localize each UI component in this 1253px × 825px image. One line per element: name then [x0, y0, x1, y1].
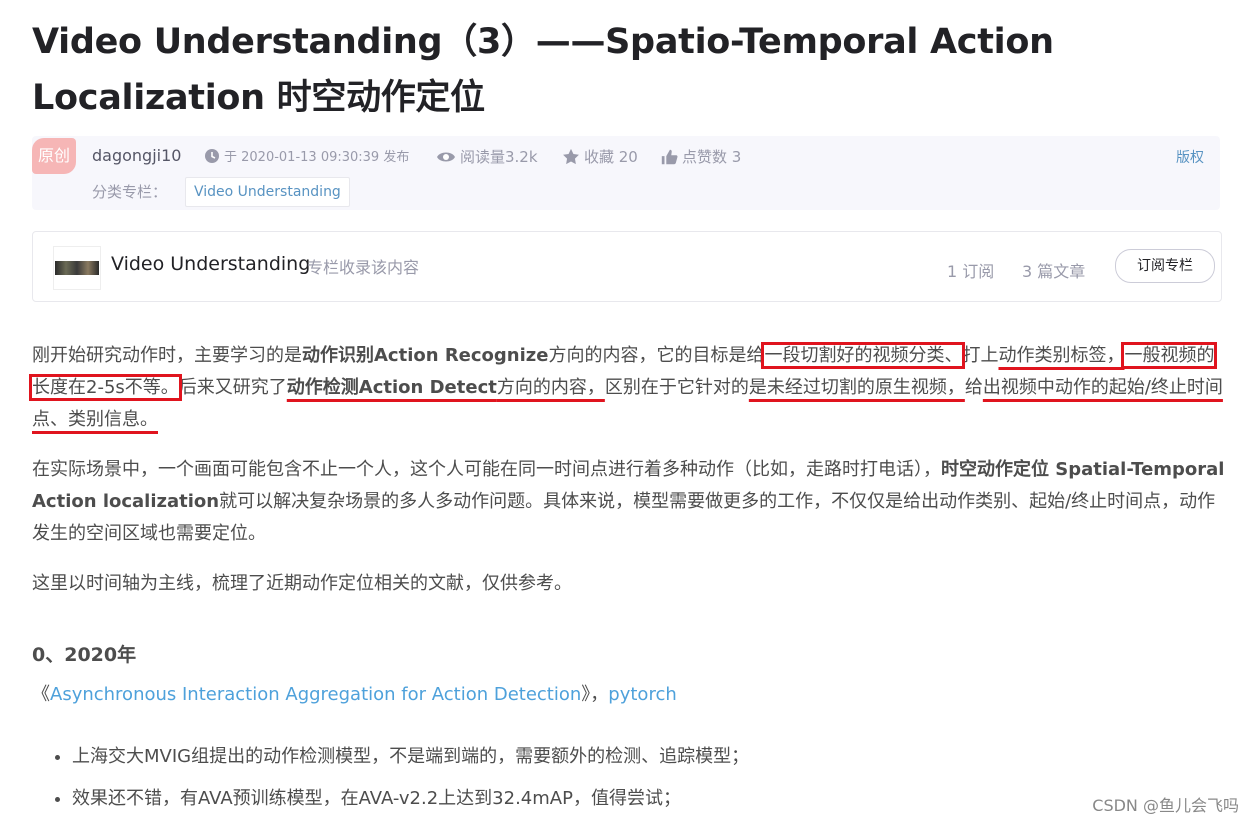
paper-reference: 《Asynchronous Interaction Aggregation fo… [32, 684, 677, 705]
code-link[interactable]: pytorch [608, 684, 676, 705]
clock-icon [205, 148, 219, 163]
annotation-box: 一段切割好的视频分类、 [761, 342, 966, 369]
watermark: CSDN @鱼儿会飞吗 [1092, 796, 1239, 815]
copyright-link[interactable]: 版权 [1176, 147, 1204, 167]
thumbs-up-icon [661, 149, 678, 164]
category-tag[interactable]: Video Understanding [185, 177, 350, 207]
column-hint: 专栏收录该内容 [307, 258, 420, 277]
eye-icon [437, 152, 455, 161]
column-article-count: 3 篇文章 [1022, 262, 1086, 281]
annotation-underline: 是未经过切割的原生视频， [748, 377, 965, 398]
favorite-count[interactable]: 收藏 20 [562, 146, 638, 167]
bullet-list: 上海交大MVIG组提出的动作检测模型，不是端到端的，需要额外的检测、追踪模型； … [52, 741, 749, 825]
column-thumbnail[interactable] [53, 246, 101, 290]
list-item: 上海交大MVIG组提出的动作检测模型，不是端到端的，需要额外的检测、追踪模型； [72, 741, 749, 773]
article-meta-bar: 原创 dagongji10 于 2020-01-13 09:30:39 发布 阅… [32, 136, 1220, 210]
article-body: 刚开始研究动作时，主要学习的是动作识别Action Recognize方向的内容… [28, 340, 1226, 618]
column-name[interactable]: Video Understanding [111, 253, 310, 275]
category-label: 分类专栏： [92, 183, 168, 201]
star-icon [563, 148, 579, 164]
subscribe-column-button[interactable]: 订阅专栏 [1115, 249, 1215, 283]
publish-date: 于 2020-01-13 09:30:39 发布 [204, 146, 409, 165]
like-count[interactable]: 点赞数 3 [660, 146, 741, 167]
column-subscribers: 1 订阅 [947, 262, 995, 281]
list-item: 效果还不错，有AVA预训练模型，在AVA-v2.2上达到32.4mAP，值得尝试… [72, 783, 749, 815]
paragraph-3: 这里以时间轴为主线，梳理了近期动作定位相关的文献，仅供参考。 [32, 573, 572, 594]
author-name[interactable]: dagongji10 [92, 146, 181, 165]
annotation-underline: 动作检测Action Detect [286, 377, 497, 398]
annotation-underline: 动作类别标签， [998, 345, 1125, 366]
paragraph-2: 在实际场景中，一个画面可能包含不止一个人，这个人可能在同一时间点进行着多种动作（… [32, 459, 1225, 544]
paper-link[interactable]: Asynchronous Interaction Aggregation for… [50, 684, 581, 705]
view-count: 阅读量3.2k [436, 146, 538, 167]
section-heading: 0、2020年 [32, 644, 137, 666]
paragraph-1: 刚开始研究动作时，主要学习的是动作识别Action Recognize方向的内容… [28, 342, 1223, 430]
column-card: Video Understanding 专栏收录该内容 1 订阅 3 篇文章 订… [32, 231, 1222, 302]
original-badge: 原创 [32, 138, 76, 174]
annotation-underline: 方向的内容， [496, 377, 605, 398]
article-title: Video Understanding（3）——Spatio-Temporal … [32, 22, 1054, 118]
